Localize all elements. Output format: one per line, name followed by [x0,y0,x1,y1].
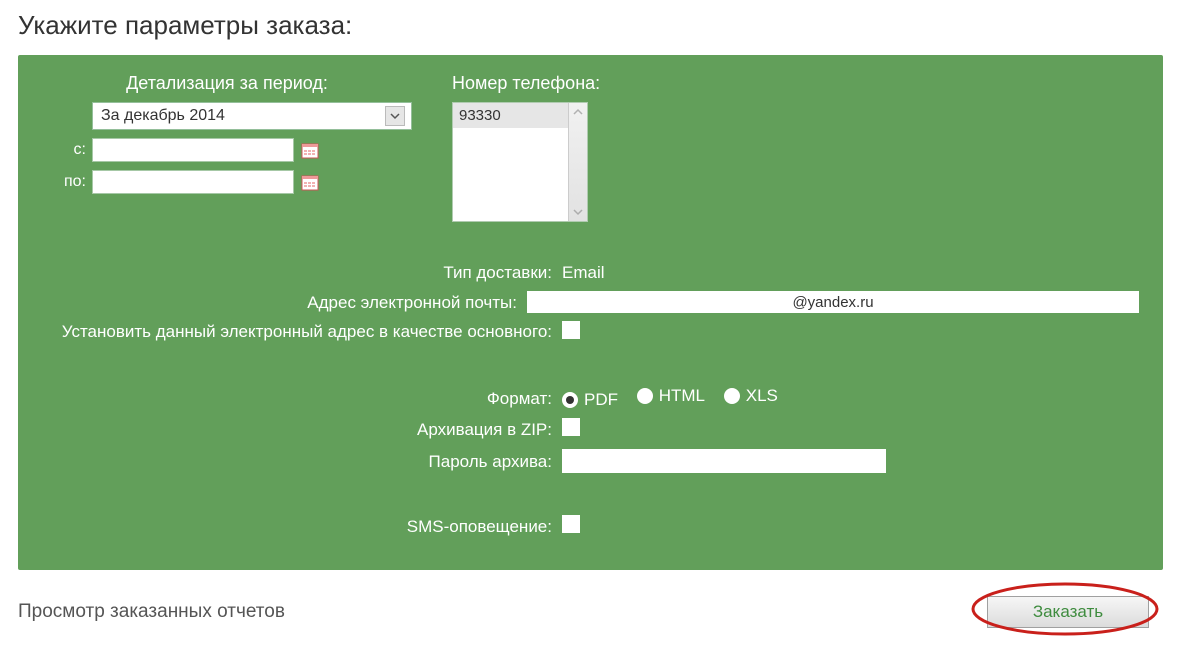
email-input[interactable]: @yandex.ru [527,291,1139,313]
sms-checkbox[interactable] [562,515,580,533]
date-from-label: с: [42,141,86,159]
date-to-input[interactable] [92,170,294,194]
email-label: Адрес электронной почты: [42,292,527,313]
phone-label: Номер телефона: [452,73,600,94]
zip-label: Архивация в ZIP: [42,419,562,440]
phone-list-item[interactable]: 93330 [453,103,568,128]
chevron-down-icon [385,106,405,126]
format-radio-label: HTML [659,386,705,406]
set-primary-checkbox[interactable] [562,321,580,339]
format-radio-html[interactable]: HTML [637,386,705,406]
format-radio-xls[interactable]: XLS [724,386,778,406]
email-value: @yandex.ru [792,294,873,311]
view-reports-link[interactable]: Просмотр заказанных отчетов [18,601,285,623]
period-select[interactable]: За декабрь 2014 [92,102,412,130]
chevron-up-icon [573,107,583,117]
period-select-value: За декабрь 2014 [101,107,225,125]
set-primary-label: Установить данный электронный адрес в ка… [42,321,562,342]
date-to-label: по: [42,173,86,191]
format-radio-label: XLS [746,386,778,406]
format-label: Формат: [42,388,562,409]
zip-checkbox[interactable] [562,418,580,436]
date-from-input[interactable] [92,138,294,162]
sms-label: SMS-оповещение: [42,516,562,537]
order-form-panel: Детализация за период: За декабрь 2014 с… [18,55,1163,570]
scrollbar[interactable] [568,103,587,221]
archive-password-input[interactable] [562,449,886,473]
archive-password-label: Пароль архива: [42,451,562,472]
highlight-ellipse-icon [967,580,1163,638]
calendar-icon[interactable] [300,172,320,192]
period-label: Детализация за период: [42,73,412,94]
calendar-icon[interactable] [300,140,320,160]
chevron-down-icon [573,207,583,217]
delivery-type-value: Email [562,263,605,282]
format-radio-label: PDF [584,390,618,410]
format-radio-pdf[interactable]: PDF [562,390,618,410]
page-title: Укажите параметры заказа: [18,10,1181,41]
delivery-type-label: Тип доставки: [42,262,562,283]
phone-listbox[interactable]: 93330 [452,102,588,222]
